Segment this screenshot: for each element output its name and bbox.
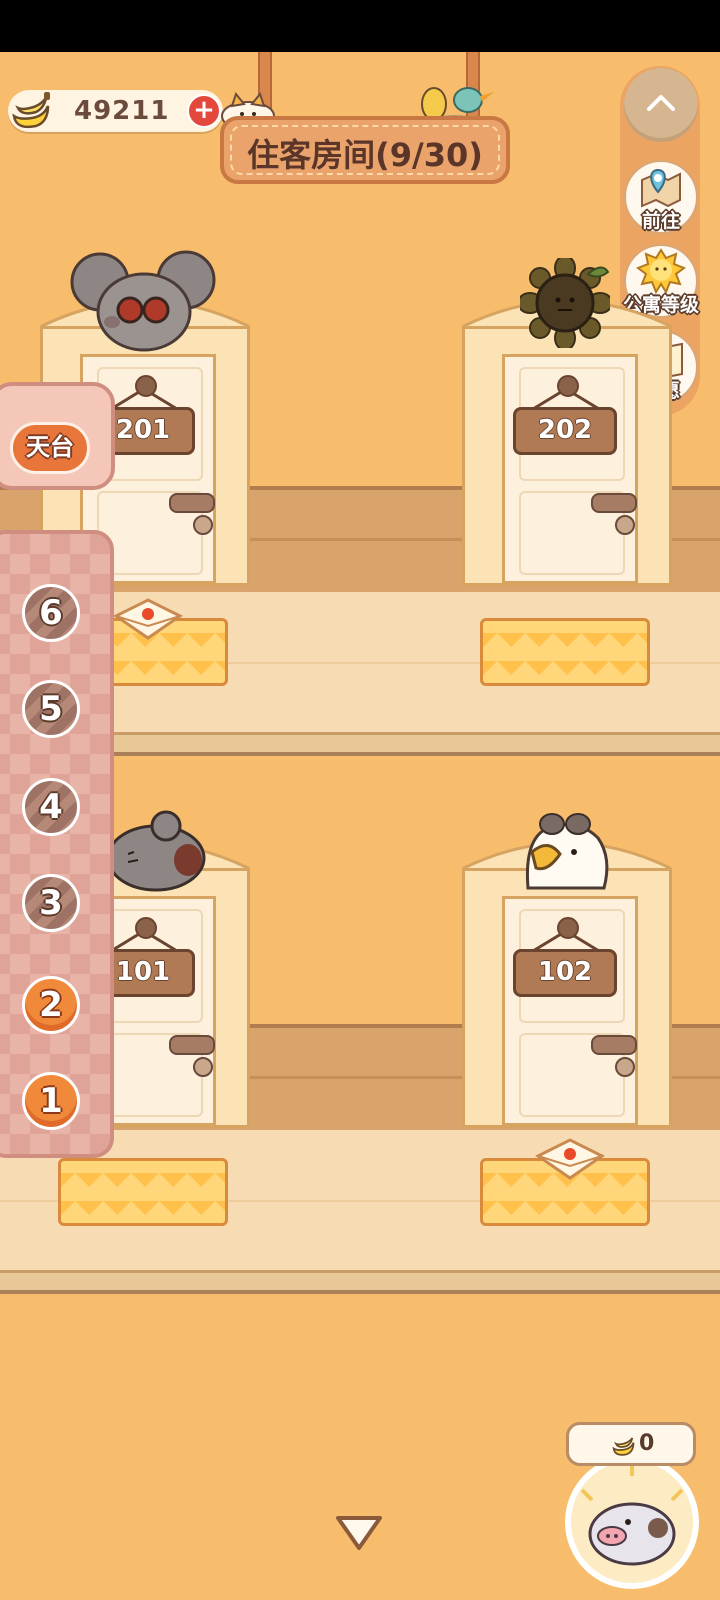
- floor-4-button[interactable]: 4: [22, 778, 80, 836]
- keyhole: [193, 1057, 213, 1077]
- floor-1-button[interactable]: 1: [22, 1072, 80, 1130]
- banana-icon: [12, 92, 50, 129]
- triangle-down-icon[interactable]: [334, 1514, 384, 1552]
- sunflower-tenant-icon[interactable]: [520, 258, 610, 348]
- floor-6-button[interactable]: 6: [22, 584, 80, 642]
- door: 202: [502, 354, 638, 584]
- floor-2-button[interactable]: 2: [22, 976, 80, 1034]
- doormat-101: [58, 1158, 228, 1226]
- sign-hook: [135, 917, 157, 939]
- game-screen: 49211 + 住客房间(9/30) 前往 公寓等级 201 202 101 1…: [0, 52, 720, 1600]
- letter-icon[interactable]: [112, 598, 184, 642]
- piggy-bank-bubble: 0: [566, 1422, 696, 1466]
- door-handle: [591, 493, 637, 513]
- page-title: 住客房间(9/30): [247, 136, 483, 174]
- keyhole: [193, 515, 213, 535]
- doormat-202: [480, 618, 650, 686]
- goto-label: 前往: [641, 210, 680, 232]
- sign-hook: [135, 375, 157, 397]
- floor-3-button[interactable]: 3: [22, 874, 80, 932]
- piggy-bank-button[interactable]: [562, 1450, 702, 1590]
- door-handle: [169, 493, 215, 513]
- goto-button[interactable]: 前往: [624, 160, 698, 234]
- room-title-sign: 住客房间(9/30): [220, 116, 510, 184]
- collapse-menu-button[interactable]: [624, 68, 698, 142]
- chevron-up-icon: [647, 95, 675, 111]
- sign-hook: [557, 375, 579, 397]
- plus-icon: +: [193, 95, 215, 125]
- currency-bar: 49211 +: [8, 90, 223, 132]
- banana-count: 49211: [74, 96, 170, 126]
- piggy-bank-count: 0: [639, 1431, 655, 1456]
- status-bar: [0, 0, 720, 52]
- gray-cat-tenant-icon[interactable]: [104, 808, 210, 894]
- white-bird-tenant-icon[interactable]: [518, 808, 614, 898]
- add-currency-button[interactable]: +: [189, 96, 219, 126]
- keyhole: [615, 1057, 635, 1077]
- room-number-sign: 102: [513, 949, 617, 997]
- floor-1-edge: [0, 1270, 720, 1294]
- gray-mouse-tenant-icon[interactable]: [68, 250, 218, 360]
- map-pin-icon: [641, 168, 681, 208]
- door: 102: [502, 896, 638, 1126]
- door-handle: [591, 1035, 637, 1055]
- rooftop-button[interactable]: 天台: [10, 422, 90, 474]
- floor-5-button[interactable]: 5: [22, 680, 80, 738]
- door-handle: [169, 1035, 215, 1055]
- sign-hook: [557, 917, 579, 939]
- room-number-sign: 202: [513, 407, 617, 455]
- banana-icon: [612, 1437, 635, 1456]
- keyhole: [615, 515, 635, 535]
- letter-icon[interactable]: [534, 1138, 606, 1182]
